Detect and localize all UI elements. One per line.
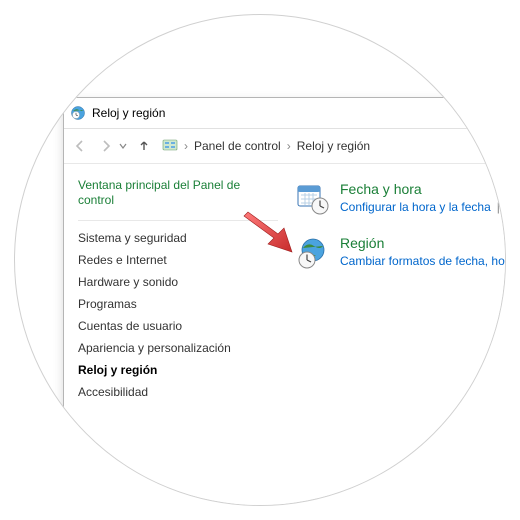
chevron-right-icon[interactable]: ›	[287, 139, 291, 153]
chevron-right-icon[interactable]: ›	[184, 139, 188, 153]
region-group: Región Cambiar formatos de fecha, hora o…	[296, 236, 506, 270]
sidebar-item-programs[interactable]: Programas	[78, 293, 278, 315]
sidebar-item-hardware-sound[interactable]: Hardware y sonido	[78, 271, 278, 293]
sidebar-item-appearance[interactable]: Apariencia y personalización	[78, 337, 278, 359]
link-change-formats[interactable]: Cambiar formatos de fecha, hora o número	[340, 254, 506, 268]
breadcrumb: › Panel de control › Reloj y región	[162, 137, 370, 156]
separator: |	[497, 200, 500, 214]
nav-forward-icon[interactable]	[94, 134, 118, 158]
clock-region-small-icon	[70, 105, 86, 121]
nav-up-icon[interactable]	[132, 134, 156, 158]
nav-recent-icon[interactable]	[116, 134, 130, 158]
datetime-title[interactable]: Fecha y hora	[340, 182, 506, 197]
sidebar-item-system-security[interactable]: Sistema y seguridad	[78, 227, 278, 249]
calendar-clock-icon[interactable]	[296, 182, 330, 216]
circular-crop: Reloj y región	[14, 14, 506, 506]
link-set-time-date[interactable]: Configurar la hora y la fecha	[340, 200, 491, 214]
sidebar-item-clock-region[interactable]: Reloj y región	[78, 359, 278, 381]
cp-home-link[interactable]: Ventana principal del Panel de control	[78, 178, 278, 208]
window-title: Reloj y región	[92, 106, 165, 120]
datetime-group: Fecha y hora Configurar la hora y la fec…	[296, 182, 506, 216]
category-list: Sistema y seguridad Redes e Internet Har…	[78, 227, 278, 403]
titlebar: Reloj y región	[64, 98, 506, 129]
divider	[78, 220, 278, 221]
breadcrumb-item[interactable]: Reloj y región	[297, 139, 370, 153]
sidebar-item-network-internet[interactable]: Redes e Internet	[78, 249, 278, 271]
breadcrumb-item[interactable]: Panel de control	[194, 139, 281, 153]
globe-clock-icon[interactable]	[296, 236, 330, 270]
nav-back-icon[interactable]	[68, 134, 92, 158]
control-panel-window: Reloj y región	[63, 97, 506, 506]
sidebar-item-user-accounts[interactable]: Cuentas de usuario	[78, 315, 278, 337]
region-title[interactable]: Región	[340, 236, 506, 251]
breadcrumb-root-icon[interactable]	[162, 137, 178, 156]
content-pane: Fecha y hora Configurar la hora y la fec…	[286, 164, 506, 417]
sidebar: Ventana principal del Panel de control S…	[64, 164, 286, 417]
sidebar-item-accessibility[interactable]: Accesibilidad	[78, 381, 278, 403]
navbar: › Panel de control › Reloj y región	[64, 129, 506, 164]
